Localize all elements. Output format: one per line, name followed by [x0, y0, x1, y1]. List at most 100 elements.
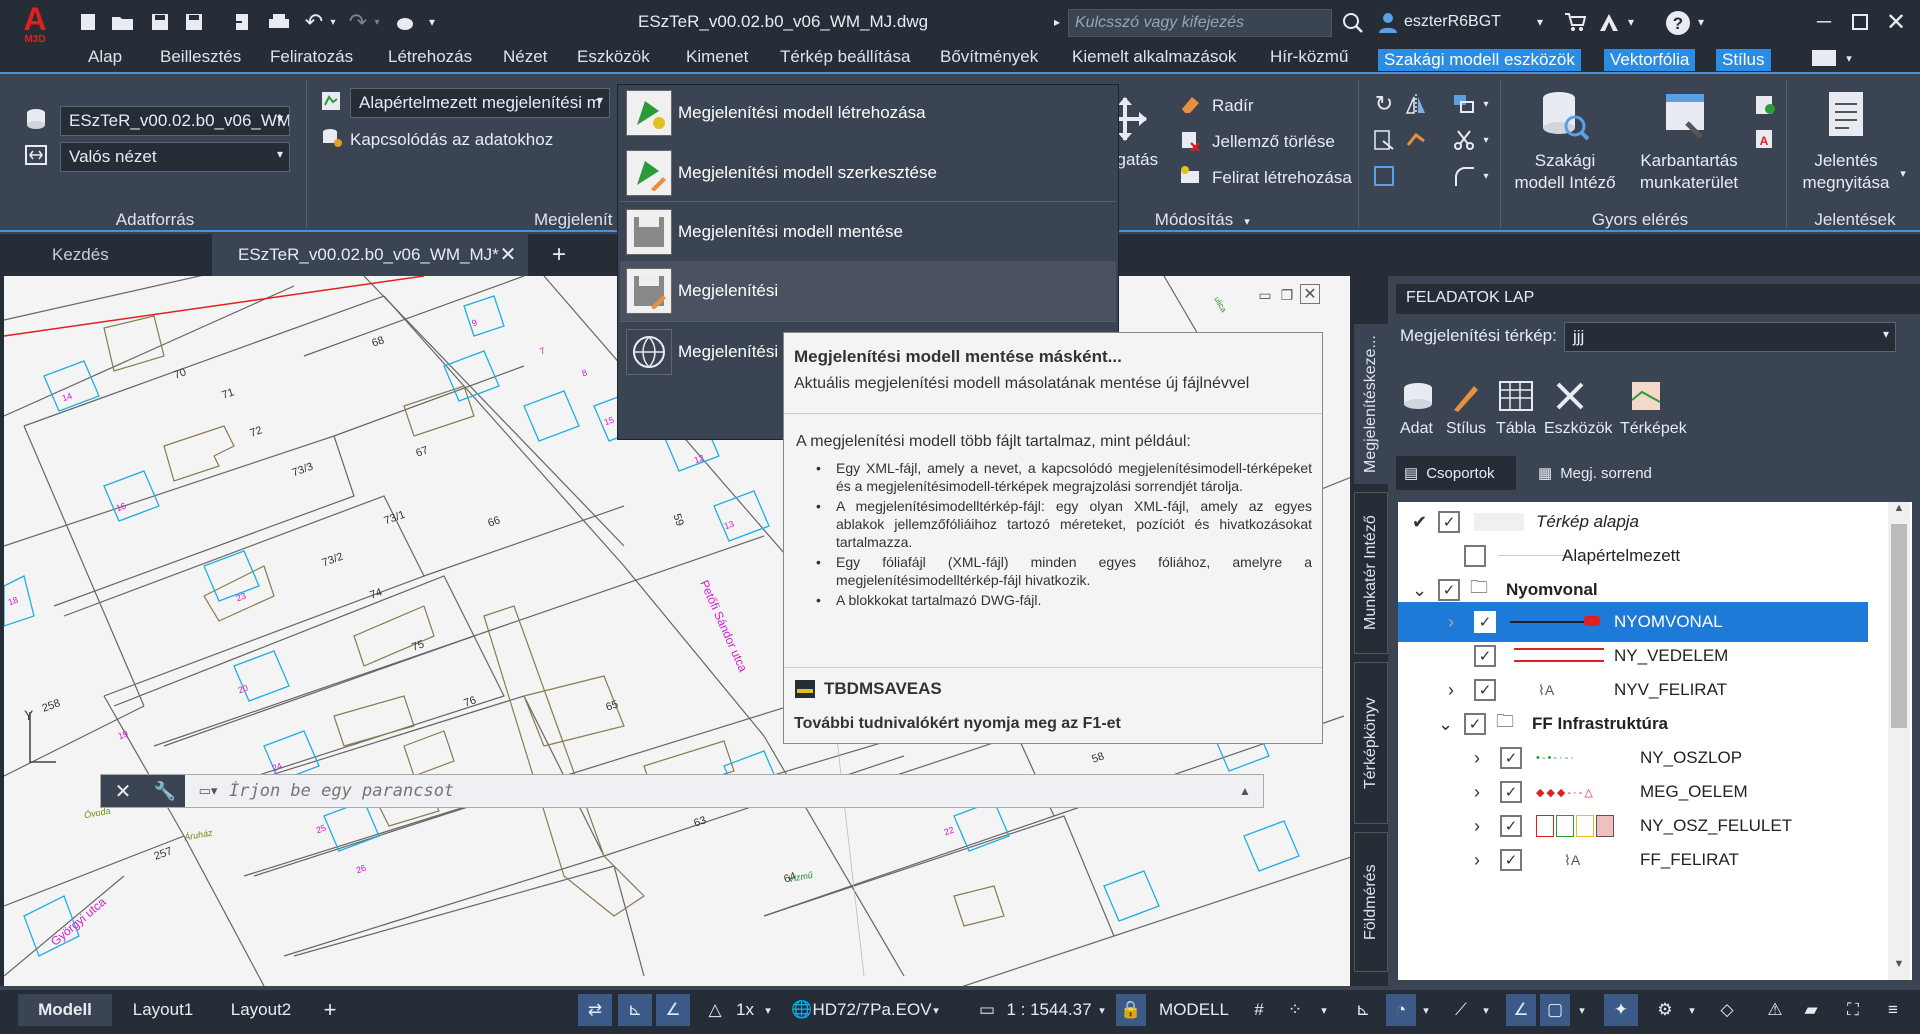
- undo-icon[interactable]: ↶: [302, 9, 326, 34]
- command-history-icon[interactable]: ▭▾: [189, 779, 227, 803]
- user-name[interactable]: eszterR6BGT: [1404, 13, 1501, 31]
- chevron-down-icon[interactable]: ⌄: [1438, 714, 1453, 735]
- share-teapot-icon[interactable]: [392, 10, 418, 34]
- plot-icon[interactable]: [266, 10, 292, 34]
- osnap-tracking-dropdown-icon[interactable]: ▾: [1478, 994, 1494, 1026]
- workspace-gear-icon[interactable]: ⚙: [1650, 994, 1680, 1026]
- tab-terkep-beallitasa[interactable]: Térkép beállítása: [780, 47, 910, 67]
- snap-icon[interactable]: ⁘: [1280, 994, 1310, 1026]
- help-icon[interactable]: ?: [1664, 9, 1692, 37]
- object-snap-dropdown-icon[interactable]: ▾: [1574, 994, 1590, 1026]
- tab-bovitmenyek[interactable]: Bővítmények: [940, 47, 1038, 67]
- tab-kiemelt-alkalmazasok[interactable]: Kiemelt alkalmazások: [1072, 47, 1236, 67]
- new-tab-plus-icon[interactable]: +: [546, 241, 572, 268]
- datasource-combo[interactable]: ESzTeR_v00.02.b0_v06_WM ▾: [60, 106, 290, 136]
- vtab-workspace-explorer[interactable]: Munkatér Intéző: [1354, 492, 1388, 654]
- undo-dropdown-icon[interactable]: ▾: [326, 12, 340, 32]
- tab-home[interactable]: Kezdés: [12, 234, 212, 276]
- model-manager-button[interactable]: Szakági modell Intéző: [1512, 150, 1618, 194]
- delete-property-button[interactable]: Jellemző törlése: [1212, 132, 1335, 152]
- quick-access-db-icon[interactable]: [1752, 92, 1778, 118]
- tab-letrehozas[interactable]: Létrehozás: [388, 47, 472, 67]
- model-space-label[interactable]: MODELL: [1154, 994, 1234, 1026]
- viewport-close-icon[interactable]: ✕: [1300, 284, 1320, 304]
- crs-dropdown-icon[interactable]: ▾: [928, 994, 944, 1026]
- fullscreen-icon[interactable]: ⛶: [1838, 994, 1868, 1026]
- viewport-minimize-icon[interactable]: ▭: [1256, 286, 1274, 304]
- new-file-icon[interactable]: [76, 10, 100, 34]
- fillet-dropdown-icon[interactable]: ▾: [1480, 166, 1492, 186]
- tab-stilus[interactable]: Stílus: [1716, 49, 1771, 71]
- checkbox[interactable]: [1464, 545, 1486, 567]
- checkbox[interactable]: ✓: [1500, 815, 1522, 837]
- vtab-map-book[interactable]: Térképkönyv: [1354, 662, 1388, 824]
- isodraft-icon[interactable]: ∠: [1506, 994, 1536, 1026]
- scroll-down-icon[interactable]: ▼: [1890, 958, 1908, 978]
- warning-icon[interactable]: ⚠: [1760, 994, 1790, 1026]
- chevron-right-icon[interactable]: ›: [1474, 748, 1480, 769]
- autodesk-dropdown-icon[interactable]: ▾: [1624, 12, 1638, 32]
- chevron-down-icon[interactable]: ⌄: [1412, 580, 1427, 601]
- scroll-up-icon[interactable]: ▲: [1890, 502, 1908, 522]
- draw-order-tab[interactable]: ▦ Megj. sorrend: [1530, 456, 1730, 490]
- autocad-logo[interactable]: A M3D: [14, 3, 56, 45]
- quick-access-pdf-icon[interactable]: A: [1752, 126, 1778, 152]
- tab-feliratozas[interactable]: Feliratozás: [270, 47, 353, 67]
- checkbox[interactable]: ✓: [1474, 645, 1496, 667]
- user-icon[interactable]: [1376, 10, 1400, 36]
- layout-tab-model[interactable]: Modell: [18, 994, 112, 1026]
- tab-vektorfolia[interactable]: Vektorfólia: [1604, 49, 1696, 71]
- annotation-scale-icon[interactable]: △: [700, 994, 730, 1026]
- tools-icon[interactable]: [1554, 380, 1594, 420]
- chevron-right-icon[interactable]: ›: [1474, 816, 1480, 837]
- eraser-button[interactable]: Radír: [1212, 96, 1254, 116]
- save-as-icon[interactable]: [182, 10, 206, 34]
- osnap-tracking-icon[interactable]: ⟋: [1446, 994, 1476, 1026]
- viewport-scale-dropdown-icon[interactable]: ▾: [1094, 994, 1110, 1026]
- autodesk-a-icon[interactable]: [1596, 10, 1622, 34]
- create-label-button[interactable]: Felirat létrehozása: [1212, 168, 1352, 188]
- ortho-icon[interactable]: ⊾: [1348, 994, 1378, 1026]
- layout-tab-layout1[interactable]: Layout1: [116, 994, 210, 1026]
- command-input[interactable]: [229, 777, 1209, 805]
- tab-nezet[interactable]: Nézet: [503, 47, 547, 67]
- trim-icon[interactable]: [1404, 128, 1428, 152]
- copy-dropdown-icon[interactable]: ▾: [1480, 94, 1492, 114]
- checkbox[interactable]: ✓: [1474, 679, 1496, 701]
- display-model-combo[interactable]: Alapértelmezett megjelenítési m ▾: [350, 88, 610, 118]
- checkbox[interactable]: ✓: [1464, 713, 1486, 735]
- create-label-icon[interactable]: [1178, 164, 1202, 188]
- tab-eszkozok[interactable]: Eszközök: [577, 47, 650, 67]
- tab-szakagi-modell-eszkozok[interactable]: Szakági modell eszközök: [1378, 49, 1581, 71]
- scissors-dropdown-icon[interactable]: ▾: [1480, 130, 1492, 150]
- open-web-icon[interactable]: [230, 10, 254, 34]
- groups-tab[interactable]: ▤ Csoportok: [1396, 456, 1516, 490]
- scroll-thumb[interactable]: [1891, 524, 1907, 728]
- add-layout-plus-icon[interactable]: +: [316, 994, 344, 1026]
- model-space-toggle-icon[interactable]: ⇄: [578, 994, 612, 1026]
- report-icon[interactable]: [1820, 88, 1872, 140]
- minimize-icon[interactable]: ─: [1810, 8, 1838, 36]
- delete-property-icon[interactable]: [1178, 128, 1202, 152]
- tab-document[interactable]: ESzTeR_v00.02.b0_v06_WM_MJ*: [212, 234, 528, 276]
- grid-icon[interactable]: #: [1244, 994, 1274, 1026]
- mirror-icon[interactable]: [1404, 92, 1428, 116]
- polar-tracking-icon[interactable]: ◔: [1386, 994, 1416, 1026]
- checkbox[interactable]: ✓: [1500, 781, 1522, 803]
- menu-item-edit-display-model[interactable]: Megjelenítési modell szerkesztése: [620, 145, 1116, 201]
- style-brush-icon[interactable]: [1448, 380, 1488, 420]
- close-tab-icon[interactable]: ✕: [496, 242, 520, 266]
- layout-tab-layout2[interactable]: Layout2: [214, 994, 308, 1026]
- table-icon[interactable]: [1498, 380, 1538, 420]
- user-dropdown-icon[interactable]: ▾: [1532, 12, 1548, 32]
- menu-item-save-as-display-model[interactable]: Megjelenítési: [620, 261, 1116, 321]
- chevron-right-icon[interactable]: ›: [1474, 782, 1480, 803]
- tree-scrollbar[interactable]: ▲ ▼: [1888, 502, 1910, 980]
- rectangle-select-icon[interactable]: [1372, 164, 1396, 188]
- checkbox[interactable]: ✓: [1500, 747, 1522, 769]
- tab-kimenet[interactable]: Kimenet: [686, 47, 748, 67]
- scale-factor-dropdown-icon[interactable]: ▾: [760, 994, 776, 1026]
- view-combo[interactable]: Valós nézet ▾: [60, 142, 290, 172]
- checkbox[interactable]: ✓: [1500, 849, 1522, 871]
- stretch-icon[interactable]: [1372, 128, 1396, 152]
